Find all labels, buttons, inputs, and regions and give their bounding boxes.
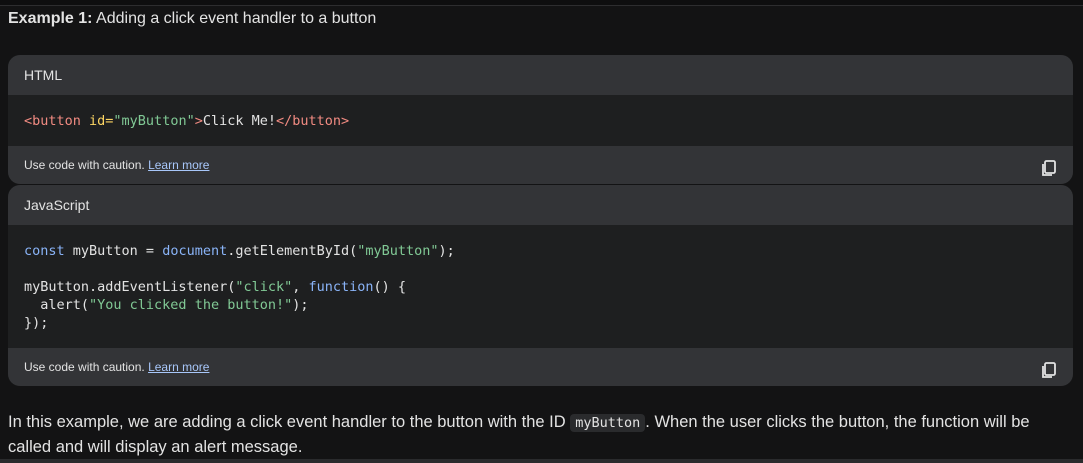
code-content[interactable]: const myButton = document.getElementById… bbox=[8, 225, 1073, 348]
code-token: const bbox=[24, 243, 65, 259]
copy-icon bbox=[1042, 160, 1056, 176]
paragraph-text-before: In this example, we are adding a click e… bbox=[8, 413, 571, 431]
copy-code-button[interactable] bbox=[1039, 155, 1059, 176]
code-token: Click Me! bbox=[202, 113, 276, 129]
learn-more-link[interactable]: Learn more bbox=[148, 360, 209, 374]
caution-text: Use code with caution. bbox=[24, 158, 149, 172]
code-block-language: HTML bbox=[8, 55, 1073, 95]
code-block-language: JavaScript bbox=[8, 185, 1073, 225]
code-token: "click" bbox=[235, 279, 293, 295]
code-token: function bbox=[308, 279, 374, 295]
code-token: "myButton" bbox=[113, 113, 195, 129]
code-token: "myButton" bbox=[357, 243, 439, 259]
example-heading-label: Example 1: bbox=[8, 10, 93, 27]
code-line: const myButton = document.getElementById… bbox=[24, 242, 1057, 260]
code-line: alert("You clicked the button!"); bbox=[24, 296, 1057, 314]
code-block-javascript: JavaScript const myButton = document.get… bbox=[8, 185, 1073, 386]
code-block-footer: Use code with caution. Learn more bbox=[8, 348, 1073, 386]
caution-text: Use code with caution. bbox=[24, 360, 149, 374]
code-block-footer: Use code with caution. Learn more bbox=[8, 146, 1073, 184]
copy-code-button[interactable] bbox=[1039, 357, 1059, 378]
code-token: ); bbox=[438, 243, 455, 259]
code-token: }); bbox=[24, 315, 49, 331]
code-token: "You clicked the button!" bbox=[89, 297, 293, 313]
bottom-divider bbox=[0, 459, 1083, 463]
code-token: () { bbox=[373, 279, 407, 295]
explanation-paragraph: In this example, we are adding a click e… bbox=[8, 410, 1068, 459]
code-token: > bbox=[194, 113, 203, 129]
code-block-html: HTML <button id="myButton">Click Me!</bu… bbox=[8, 55, 1073, 184]
top-divider bbox=[0, 0, 1083, 6]
inline-code: myButton bbox=[570, 414, 646, 432]
code-token: myButton.addEventListener( bbox=[24, 279, 236, 295]
code-token: ); bbox=[292, 297, 309, 313]
code-token: , bbox=[292, 279, 309, 295]
copy-icon bbox=[1042, 362, 1056, 378]
code-token: alert( bbox=[24, 297, 90, 313]
example-heading-text: Adding a click event handler to a button bbox=[92, 10, 377, 27]
code-token: myButton = bbox=[64, 243, 163, 259]
code-line: myButton.addEventListener("click", funct… bbox=[24, 278, 1057, 296]
code-token: id= bbox=[89, 113, 114, 129]
learn-more-link[interactable]: Learn more bbox=[148, 158, 209, 172]
code-content[interactable]: <button id="myButton">Click Me!</button> bbox=[8, 95, 1073, 146]
code-token: </button> bbox=[276, 113, 350, 129]
example-heading: Example 1: Adding a click event handler … bbox=[8, 9, 376, 29]
code-line: <button id="myButton">Click Me!</button> bbox=[24, 112, 1057, 130]
code-token: document bbox=[162, 243, 228, 259]
code-token: <button bbox=[24, 113, 90, 129]
code-line: }); bbox=[24, 314, 1057, 332]
code-token: .getElementById( bbox=[227, 243, 358, 259]
